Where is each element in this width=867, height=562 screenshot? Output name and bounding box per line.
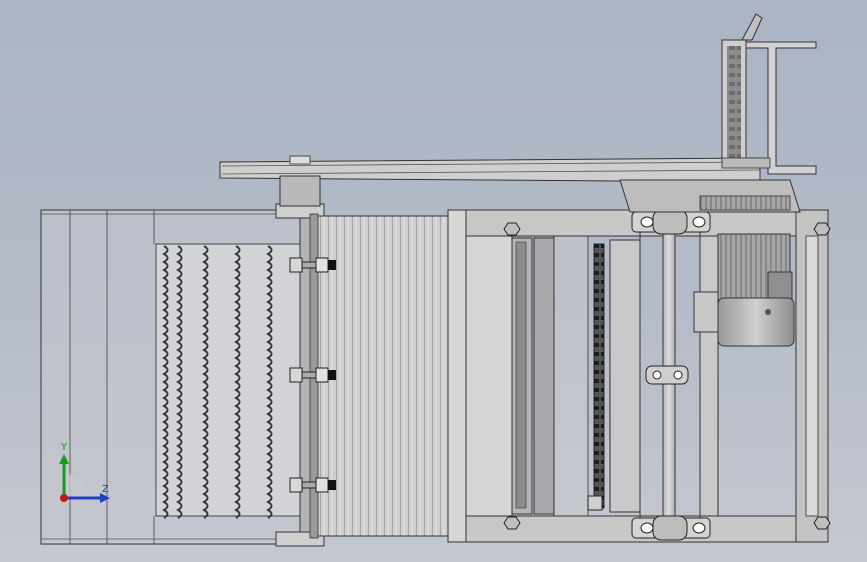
tensioner-bracket <box>721 13 817 175</box>
cutter-blades <box>155 243 303 519</box>
machine-assembly-model[interactable] <box>0 0 867 562</box>
drive-chain <box>587 243 605 511</box>
belt-drive <box>219 155 801 213</box>
axis-triad: Y Z <box>52 440 122 512</box>
vertical-shaft <box>631 209 711 541</box>
y-axis-label: Y <box>61 442 68 453</box>
cad-viewport[interactable]: Y Z <box>0 0 867 562</box>
z-axis-label: Z <box>102 484 109 495</box>
